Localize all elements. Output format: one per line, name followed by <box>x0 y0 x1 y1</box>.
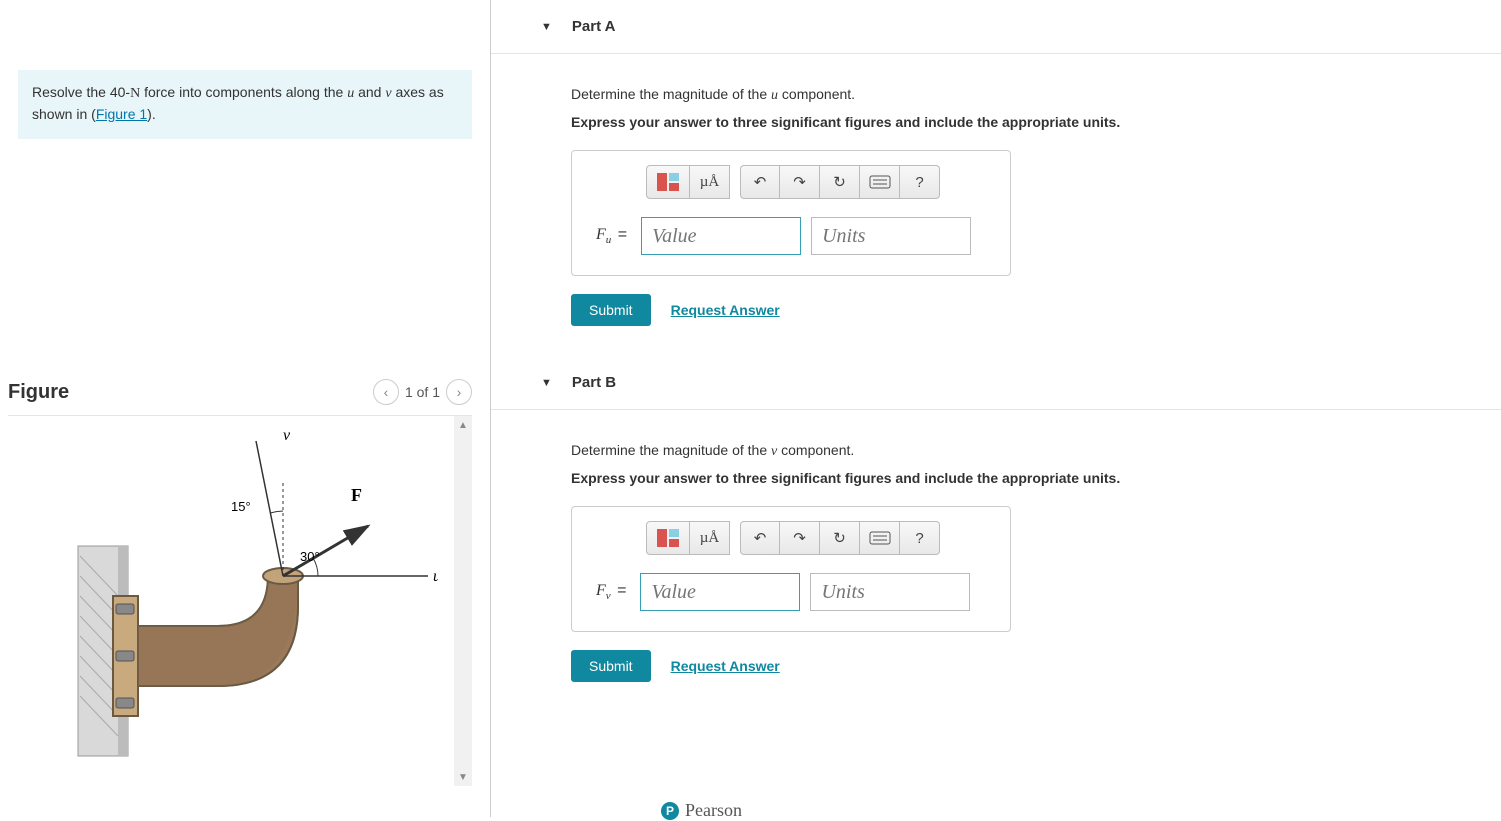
part-a-request-answer-link[interactable]: Request Answer <box>671 302 780 318</box>
scroll-down-icon[interactable]: ▼ <box>454 768 472 786</box>
part-a-input-row: Fu = <box>596 217 986 255</box>
redo-icon[interactable]: ↷ <box>780 165 820 199</box>
part-b-value-input[interactable] <box>640 573 800 611</box>
figure-header: Figure ‹ 1 of 1 › <box>8 379 472 416</box>
angle-15-label: 15° <box>231 499 251 514</box>
part-a-var-sub: u <box>606 234 612 246</box>
axis-u-label: u <box>433 568 438 585</box>
force-label: F <box>351 485 362 505</box>
part-b-instr-suffix: component. <box>777 442 854 458</box>
part-b-var-sub: v <box>606 590 611 602</box>
part-b-answer-box: µÅ ↶ ↷ ↻ ? Fv = <box>571 506 1011 632</box>
part-a-instr-suffix: component. <box>778 86 855 102</box>
part-a-var-letter: F <box>596 226 606 243</box>
angle-30-label: 30° <box>300 549 320 564</box>
part-b-input-row: Fv = <box>596 573 986 611</box>
units-symbol-button[interactable]: µÅ <box>690 521 730 555</box>
redo-icon[interactable]: ↷ <box>780 521 820 555</box>
template-icon[interactable] <box>646 165 690 199</box>
part-b-request-answer-link[interactable]: Request Answer <box>671 658 780 674</box>
axis-v-label: v <box>283 427 291 444</box>
part-a-units-input[interactable] <box>811 217 971 255</box>
help-icon[interactable]: ? <box>900 165 940 199</box>
part-a-toolbar: µÅ ↶ ↷ ↻ ? <box>646 165 986 199</box>
figure-link[interactable]: Figure 1 <box>96 106 147 122</box>
part-b-units-input[interactable] <box>810 573 970 611</box>
part-a-value-input[interactable] <box>641 217 801 255</box>
problem-text: Resolve the 40- <box>32 84 130 100</box>
units-symbol-label: µÅ <box>700 174 719 191</box>
brand-name: Pearson <box>685 800 742 821</box>
scroll-up-icon[interactable]: ▲ <box>454 416 472 434</box>
part-a-var: u <box>771 88 778 103</box>
part-b-var-label: Fv = <box>596 582 630 602</box>
part-b-header[interactable]: ▼ Part B <box>491 356 1501 410</box>
part-a-submit-button[interactable]: Submit <box>571 294 651 326</box>
part-b-toolbar: µÅ ↶ ↷ ↻ ? <box>646 521 986 555</box>
figure-diagram: u v F 30° <box>58 426 438 776</box>
reset-icon[interactable]: ↻ <box>820 521 860 555</box>
part-b-submit-button[interactable]: Submit <box>571 650 651 682</box>
units-symbol-label: µÅ <box>700 530 719 547</box>
help-label: ? <box>915 174 923 191</box>
figure-viewport: ▲ ▼ <box>18 416 472 786</box>
reset-icon[interactable]: ↻ <box>820 165 860 199</box>
undo-icon[interactable]: ↶ <box>740 521 780 555</box>
units-symbol-button[interactable]: µÅ <box>690 165 730 199</box>
undo-icon[interactable]: ↶ <box>740 165 780 199</box>
part-b-instruction: Determine the magnitude of the v compone… <box>571 442 1501 460</box>
keyboard-icon[interactable] <box>860 521 900 555</box>
figure-next-button[interactable]: › <box>446 379 472 405</box>
figure-prev-button[interactable]: ‹ <box>373 379 399 405</box>
left-pane: Resolve the 40-N force into components a… <box>0 0 490 817</box>
problem-text-mid: force into components along the <box>140 84 347 100</box>
help-label: ? <box>915 530 923 547</box>
problem-text-end: ). <box>147 106 156 122</box>
problem-text-and: and <box>354 84 385 100</box>
part-b: ▼ Part B Determine the magnitude of the … <box>491 356 1501 692</box>
part-a-answer-box: µÅ ↶ ↷ ↻ ? Fu = <box>571 150 1011 276</box>
figure-title: Figure <box>8 381 69 404</box>
part-a: ▼ Part A Determine the magnitude of the … <box>491 0 1501 356</box>
caret-down-icon: ▼ <box>541 21 552 33</box>
part-a-instr-prefix: Determine the magnitude of the <box>571 86 771 102</box>
part-b-submit-row: Submit Request Answer <box>571 650 1501 682</box>
keyboard-icon[interactable] <box>860 165 900 199</box>
help-icon[interactable]: ? <box>900 521 940 555</box>
figure-pagination: ‹ 1 of 1 › <box>373 379 472 405</box>
figure-pager-text: 1 of 1 <box>405 384 440 400</box>
figure-scrollbar[interactable]: ▲ ▼ <box>454 416 472 786</box>
part-b-var-letter: F <box>596 582 606 599</box>
brand-footer: P Pearson <box>661 800 742 821</box>
force-symbol: N <box>130 86 140 101</box>
part-a-instruction: Determine the magnitude of the u compone… <box>571 86 1501 104</box>
part-b-title: Part B <box>572 374 616 391</box>
template-icon[interactable] <box>646 521 690 555</box>
caret-down-icon: ▼ <box>541 377 552 389</box>
part-b-body: Determine the magnitude of the v compone… <box>491 410 1501 692</box>
part-a-header[interactable]: ▼ Part A <box>491 0 1501 54</box>
problem-statement: Resolve the 40-N force into components a… <box>18 70 472 139</box>
part-a-submit-row: Submit Request Answer <box>571 294 1501 326</box>
part-a-body: Determine the magnitude of the u compone… <box>491 54 1501 356</box>
part-b-instr-prefix: Determine the magnitude of the <box>571 442 771 458</box>
part-b-bold: Express your answer to three significant… <box>571 470 1501 486</box>
part-a-title: Part A <box>572 18 616 35</box>
right-pane: ▼ Part A Determine the magnitude of the … <box>490 0 1501 817</box>
part-a-var-label: Fu = <box>596 226 631 246</box>
part-a-bold: Express your answer to three significant… <box>571 114 1501 130</box>
